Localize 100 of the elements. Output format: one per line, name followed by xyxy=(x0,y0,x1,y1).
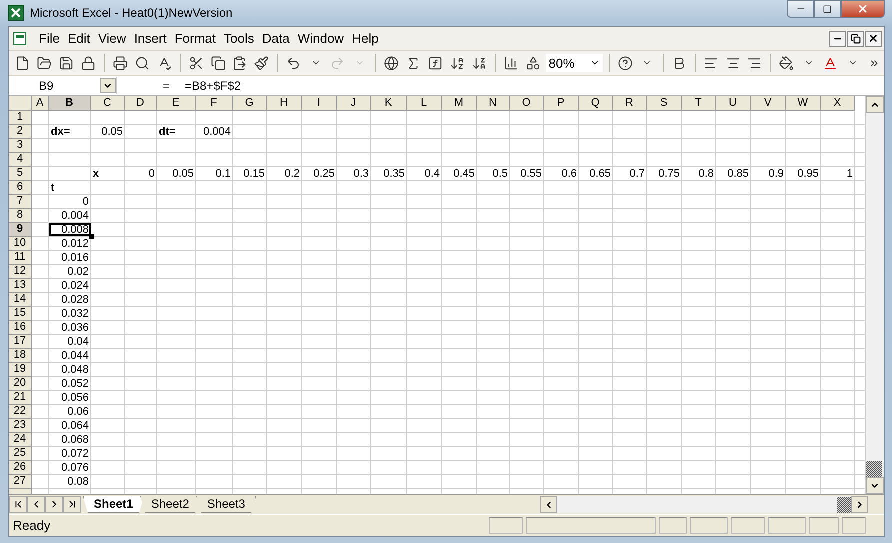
menu-item[interactable]: Edit xyxy=(64,29,94,48)
column-header[interactable]: E xyxy=(157,96,196,111)
row-header[interactable]: 6 xyxy=(9,181,32,195)
row-header[interactable]: 24 xyxy=(9,433,32,447)
scroll-up-button[interactable] xyxy=(866,96,884,113)
row-header[interactable]: 1 xyxy=(9,111,32,125)
row-header[interactable]: 25 xyxy=(9,447,32,461)
table-cell-text: 0.1 xyxy=(214,167,232,180)
column-header[interactable]: B xyxy=(49,96,91,111)
zoom-dropdown[interactable]: 80% xyxy=(546,54,603,72)
table-cell-text: 0.65 xyxy=(588,167,612,180)
column-header[interactable]: H xyxy=(267,96,302,111)
scroll-left-button[interactable] xyxy=(540,496,557,513)
row-header[interactable]: 16 xyxy=(9,321,32,335)
row-header[interactable]: 7 xyxy=(9,195,32,209)
table-cell-text: 0.15 xyxy=(242,167,266,180)
row-header[interactable]: 15 xyxy=(9,307,32,321)
paste-icon xyxy=(232,56,248,70)
column-header[interactable]: M xyxy=(442,96,477,111)
dropdown-arrow-button[interactable] xyxy=(100,78,116,93)
column-header[interactable]: O xyxy=(510,96,544,111)
scroll-right-button[interactable] xyxy=(851,496,868,513)
menu-item[interactable]: Window xyxy=(294,29,348,48)
window-title: Microsoft Excel - Heat0(1)NewVersion xyxy=(30,6,233,20)
row-header[interactable]: 8 xyxy=(9,209,32,223)
row-header[interactable]: 14 xyxy=(9,293,32,307)
next-sheet-button[interactable] xyxy=(45,496,63,513)
folder-icon xyxy=(36,56,52,70)
minimize-button[interactable] xyxy=(829,30,846,46)
menu-item[interactable]: Tools xyxy=(220,29,258,48)
table-cell-text: dx= xyxy=(50,125,72,138)
row-header[interactable]: 4 xyxy=(9,153,32,167)
table-cell-text: 1 xyxy=(846,167,854,180)
name-box[interactable]: B9 xyxy=(9,77,117,94)
row-header[interactable]: 2 xyxy=(9,125,32,139)
formula-field[interactable]: =B8+$F$2 xyxy=(185,78,242,92)
column-header[interactable]: U xyxy=(716,96,751,111)
table-cell-text: 0.032 xyxy=(60,307,90,320)
bar-chart-icon xyxy=(504,56,519,70)
menu-item[interactable]: Insert xyxy=(130,29,171,48)
column-header[interactable]: D xyxy=(125,96,157,111)
column-header[interactable]: L xyxy=(407,96,442,111)
row-header[interactable]: 20 xyxy=(9,377,32,391)
column-header[interactable]: S xyxy=(647,96,682,111)
close-button[interactable] xyxy=(865,30,882,46)
row-header[interactable]: 12 xyxy=(9,265,32,279)
row-header[interactable]: 22 xyxy=(9,405,32,419)
column-header[interactable]: C xyxy=(91,96,125,111)
table-cell-text: 0.6 xyxy=(560,167,578,180)
column-header[interactable]: R xyxy=(613,96,647,111)
row-header[interactable]: 5 xyxy=(9,167,32,181)
fill-handle[interactable] xyxy=(89,234,94,239)
previous-sheet-button[interactable] xyxy=(27,496,45,513)
column-header[interactable]: Q xyxy=(579,96,613,111)
menu-item[interactable]: View xyxy=(94,29,130,48)
column-header[interactable]: F xyxy=(196,96,233,111)
row-header[interactable]: 23 xyxy=(9,419,32,433)
column-header[interactable]: A xyxy=(32,96,49,111)
column-header[interactable]: T xyxy=(682,96,716,111)
row-header[interactable]: 26 xyxy=(9,461,32,475)
row-header[interactable]: 27 xyxy=(9,475,32,489)
row-header[interactable]: 10 xyxy=(9,237,32,251)
table-cell-text: 0.35 xyxy=(382,167,406,180)
column-header[interactable]: I xyxy=(302,96,337,111)
restore-button[interactable] xyxy=(847,30,864,46)
column-header[interactable]: P xyxy=(544,96,579,111)
table-cell-text: 0.06 xyxy=(66,405,90,418)
row-header[interactable]: 13 xyxy=(9,279,32,293)
scroll-thumb[interactable] xyxy=(837,496,851,512)
row-header[interactable]: 18 xyxy=(9,349,32,363)
column-header[interactable]: J xyxy=(337,96,371,111)
last-sheet-button[interactable] xyxy=(63,496,81,513)
scroll-down-button[interactable] xyxy=(866,477,884,494)
row-header[interactable]: 17 xyxy=(9,335,32,349)
row-header[interactable]: 11 xyxy=(9,251,32,265)
menu-item[interactable]: Data xyxy=(258,29,294,48)
row-header[interactable]: 19 xyxy=(9,363,32,377)
table-cell: 0.008 xyxy=(49,223,91,236)
column-header[interactable]: V xyxy=(751,96,786,111)
row-header[interactable]: 9 xyxy=(9,223,32,237)
column-header[interactable]: W xyxy=(786,96,821,111)
save-icon xyxy=(58,56,74,70)
workbook-icon[interactable] xyxy=(13,30,29,46)
column-header[interactable]: G xyxy=(233,96,267,111)
sheet-tab[interactable]: Sheet3 xyxy=(196,496,256,513)
maximize-button[interactable] xyxy=(814,0,841,18)
row-header[interactable]: 3 xyxy=(9,139,32,153)
scroll-thumb[interactable] xyxy=(866,461,882,477)
table-cell-text: 0.02 xyxy=(66,265,90,278)
menu-item[interactable]: File xyxy=(35,29,64,48)
column-header[interactable]: X xyxy=(821,96,855,111)
table-cell-text: 0.25 xyxy=(312,167,336,180)
column-header[interactable]: K xyxy=(371,96,407,111)
table-cell-text: 0.8 xyxy=(698,167,715,180)
menu-item[interactable]: Format xyxy=(170,29,220,48)
column-header[interactable]: N xyxy=(477,96,510,111)
first-sheet-button[interactable] xyxy=(9,496,27,513)
menu-item[interactable]: Help xyxy=(348,29,383,48)
sheet-tab[interactable]: Sheet1 xyxy=(83,496,144,513)
row-header[interactable]: 21 xyxy=(9,391,32,405)
